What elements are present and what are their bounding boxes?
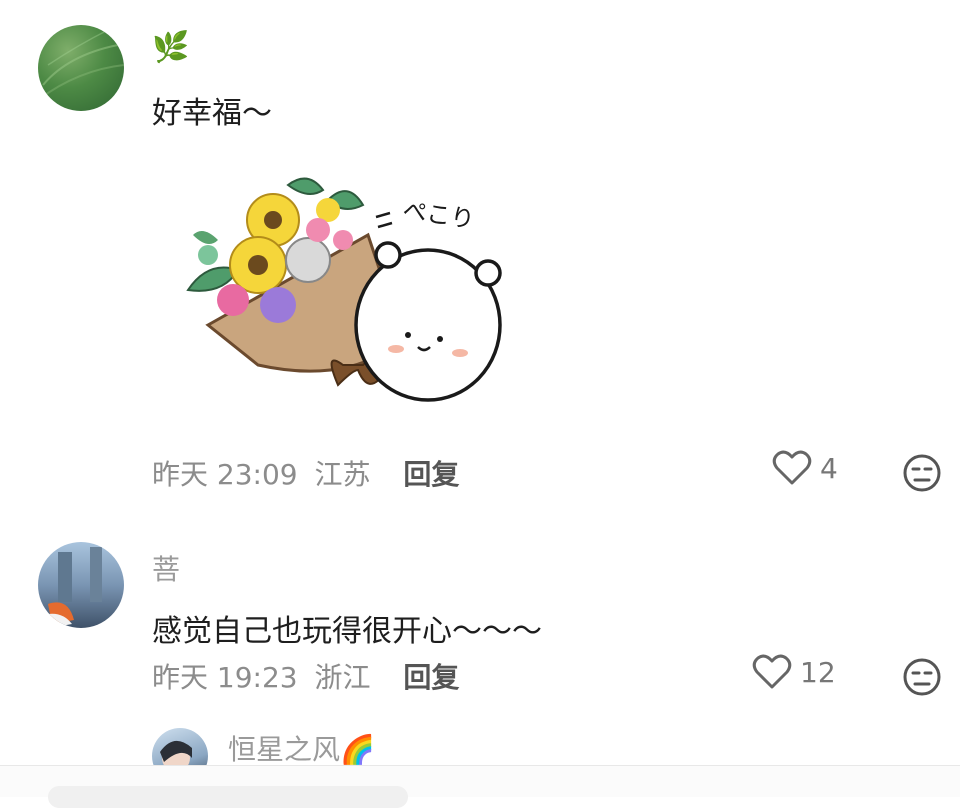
comment-1: 🌿 好幸福～ ぺこり 昨天 23:09 江苏 回复 4 [0,0,960,520]
comment-input-field[interactable] [48,786,408,808]
comment-text-2: 感觉自己也玩得很开心～～～ [152,614,542,649]
comment-location: 浙江 [314,661,371,694]
comment-time: 昨天 23:09 [152,458,298,491]
username-comment-1[interactable]: 🌿 [152,30,189,65]
comment-meta-2: 昨天 19:23 浙江 回复 [152,656,459,696]
emoji-reaction-button[interactable] [902,453,942,497]
avatar-reply-1[interactable] [152,728,208,766]
reply-button[interactable]: 回复 [403,661,459,694]
like-button[interactable]: 12 [752,654,836,690]
heart-outline-icon [772,450,812,485]
comment-time: 昨天 19:23 [152,661,298,694]
like-count: 12 [800,655,836,689]
like-count: 4 [820,451,838,485]
username-comment-2[interactable]: 菩 [152,548,180,588]
reply-button[interactable]: 回复 [403,458,459,491]
avatar-comment-2[interactable] [38,542,124,628]
heart-outline-icon [752,654,792,689]
sticker-image[interactable]: ぺこり [168,165,513,420]
username-reply-1[interactable]: 恒星之风🌈 [228,728,375,766]
emoji-reaction-button[interactable] [902,657,942,701]
reply-comment-1: 恒星之风🌈 [0,720,960,766]
comment-location: 江苏 [314,458,371,491]
neutral-face-icon [903,454,941,492]
comment-meta-1: 昨天 23:09 江苏 回复 [152,453,459,493]
like-button[interactable]: 4 [772,450,838,486]
avatar-comment-1[interactable] [38,25,124,111]
neutral-face-icon [903,658,941,696]
comment-2: 菩 感觉自己也玩得很开心～～～ 昨天 19:23 浙江 回复 12 [0,520,960,720]
comment-text-1: 好幸福～ [152,96,272,131]
